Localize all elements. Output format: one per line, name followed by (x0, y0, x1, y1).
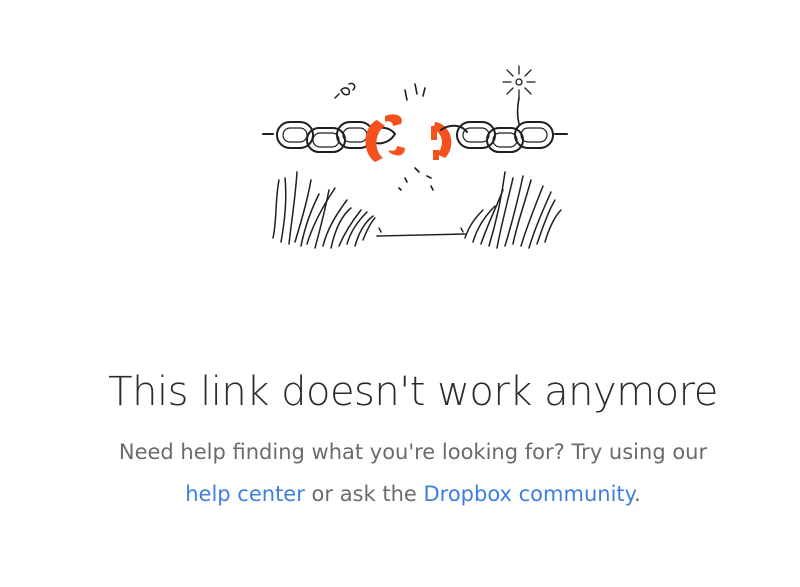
fly-icon (334, 82, 356, 99)
debris-icon (398, 83, 434, 191)
chain-right-icon (440, 121, 568, 153)
help-center-link[interactable]: help center (185, 482, 305, 506)
dropbox-community-link[interactable]: Dropbox community (423, 482, 634, 506)
error-message: Need help finding what you're looking fo… (0, 431, 800, 515)
grass-right-icon (464, 171, 562, 249)
ground-line-icon (376, 227, 466, 237)
broken-link-icon (365, 114, 452, 162)
help-text: Need help finding what you're looking fo… (118, 440, 708, 464)
end-punctuation: . (634, 482, 641, 506)
broken-chain-illustration (255, 60, 575, 290)
connector-text: or ask the (304, 482, 424, 506)
dandelion-icon (502, 65, 536, 125)
error-title: This link doesn't work anymore (108, 369, 718, 415)
grass-left-icon (272, 171, 376, 249)
